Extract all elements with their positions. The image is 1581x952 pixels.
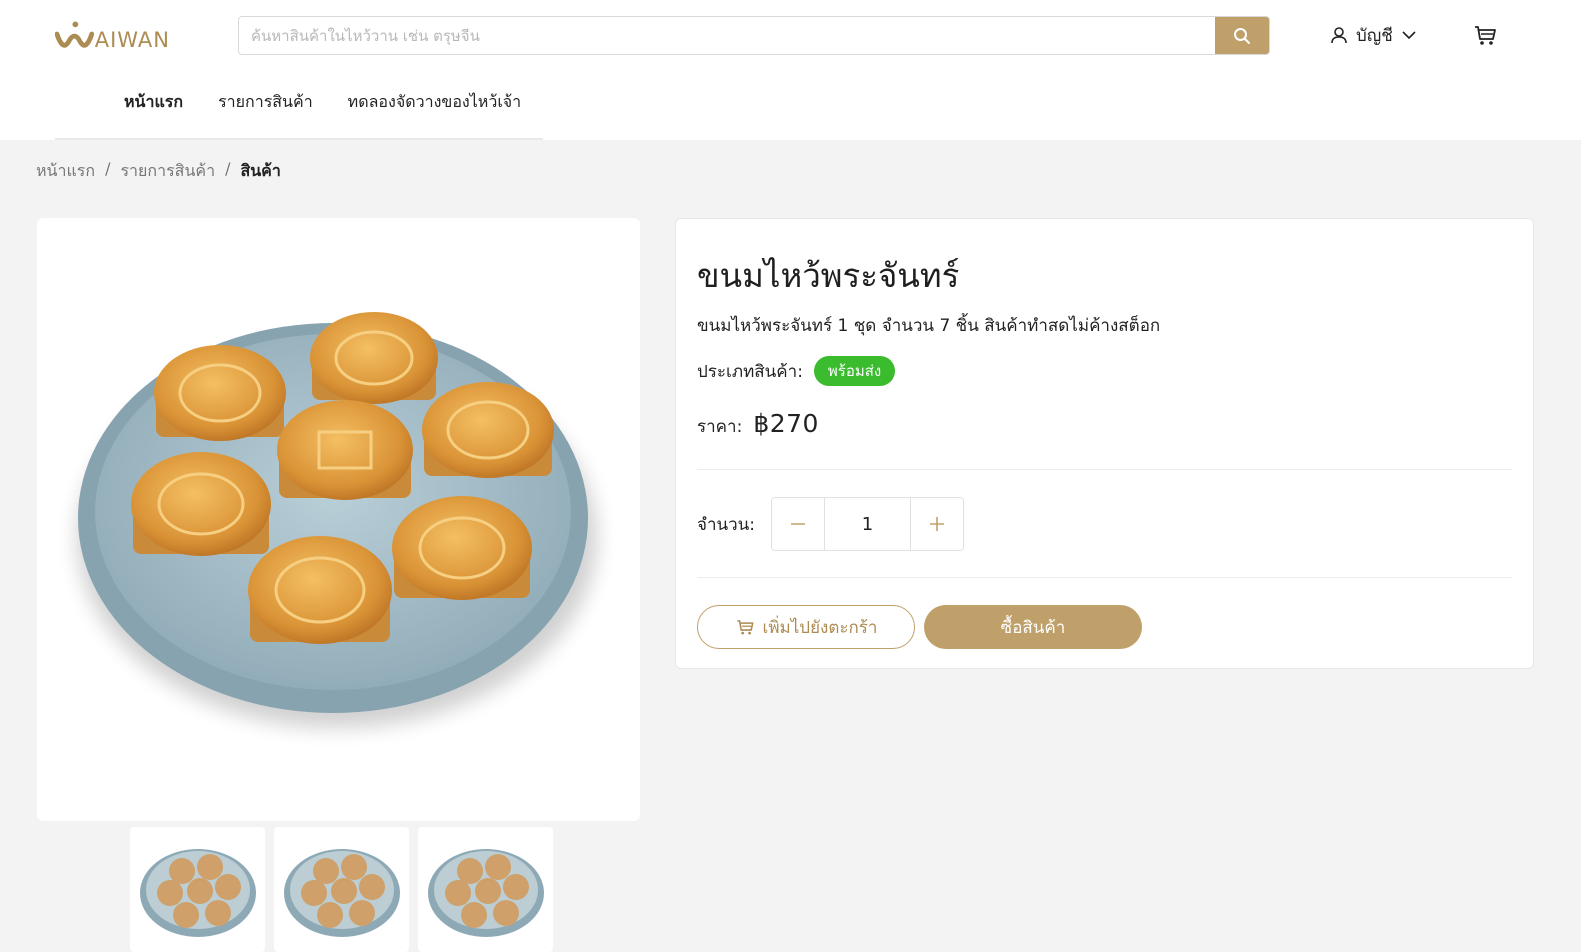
status-badge: พร้อมส่ง [813,356,896,386]
chevron-down-icon [1402,31,1416,40]
quantity-input[interactable] [825,498,911,550]
user-icon [1331,27,1347,44]
logo-text: AIWAN [94,28,170,52]
logo[interactable]: AIWAN [55,18,170,54]
thumbnail[interactable] [274,827,409,952]
increase-quantity-button[interactable] [910,498,963,550]
breadcrumb-separator: / [225,159,231,178]
divider [697,577,1512,578]
search-bar [238,16,1270,55]
product-type-row: ประเภทสินค้า: พร้อมส่ง [697,356,896,386]
price-label: ราคา: [697,417,743,437]
product-title: ขนมไหว้พระจันทร์ [697,256,960,295]
nav-item-altar-simulator[interactable]: ทดลองจัดวางของไหว้เจ้า [348,90,521,115]
product-info-panel: ขนมไหว้พระจันทร์ ขนมไหว้พระจันทร์ 1 ชุด … [675,218,1534,669]
product-description: ขนมไหว้พระจันทร์ 1 ชุด จำนวน 7 ชิ้น สินค… [697,316,1161,336]
price-value: ฿270 [753,409,819,438]
decrease-quantity-button[interactable] [772,498,826,550]
breadcrumb-current: สินค้า [240,161,281,180]
cart-button[interactable] [1472,22,1498,48]
thumbnail[interactable] [418,827,553,952]
plus-icon [930,517,945,531]
quantity-row: จำนวน: [697,497,965,551]
site-header: AIWAN บัญชี หน้าแรก รายการสินค้า [0,0,1581,140]
account-menu[interactable]: บัญชี [1330,20,1417,50]
cart-icon [736,620,753,635]
search-input[interactable] [239,17,1217,54]
action-buttons: เพิ่มไปยังตะกร้า ซื้อสินค้า [697,605,1142,649]
quantity-label: จำนวน: [697,514,756,535]
thumbnail[interactable] [130,827,265,952]
quantity-stepper [771,497,965,551]
nav-item-products[interactable]: รายการสินค้า [218,90,313,115]
search-button[interactable] [1215,17,1269,54]
product-type-label: ประเภทสินค้า: [697,361,803,382]
product-image [37,218,640,821]
main-nav: หน้าแรก รายการสินค้า ทดลองจัดวางของไหว้เ… [124,90,521,115]
breadcrumb: หน้าแรก / รายการสินค้า / สินค้า [36,159,281,184]
logo-mark-icon [55,21,94,48]
minus-icon [791,523,806,525]
search-icon [1234,27,1250,44]
add-to-cart-label: เพิ่มไปยังตะกร้า [762,617,878,638]
divider [697,469,1512,470]
add-to-cart-button[interactable]: เพิ่มไปยังตะกร้า [697,605,915,649]
account-label: บัญชี [1356,25,1393,46]
nav-divider [55,138,543,140]
nav-item-home[interactable]: หน้าแรก [124,90,183,115]
breadcrumb-separator: / [105,159,111,178]
buy-now-label: ซื้อสินค้า [1000,617,1066,638]
cart-icon [1475,26,1496,45]
mooncake-plate-image [77,312,597,728]
price-row: ราคา: ฿270 [697,409,819,440]
buy-now-button[interactable]: ซื้อสินค้า [924,605,1142,649]
thumbnail-strip [130,827,553,952]
breadcrumb-home[interactable]: หน้าแรก [36,159,95,184]
breadcrumb-products[interactable]: รายการสินค้า [120,159,215,184]
